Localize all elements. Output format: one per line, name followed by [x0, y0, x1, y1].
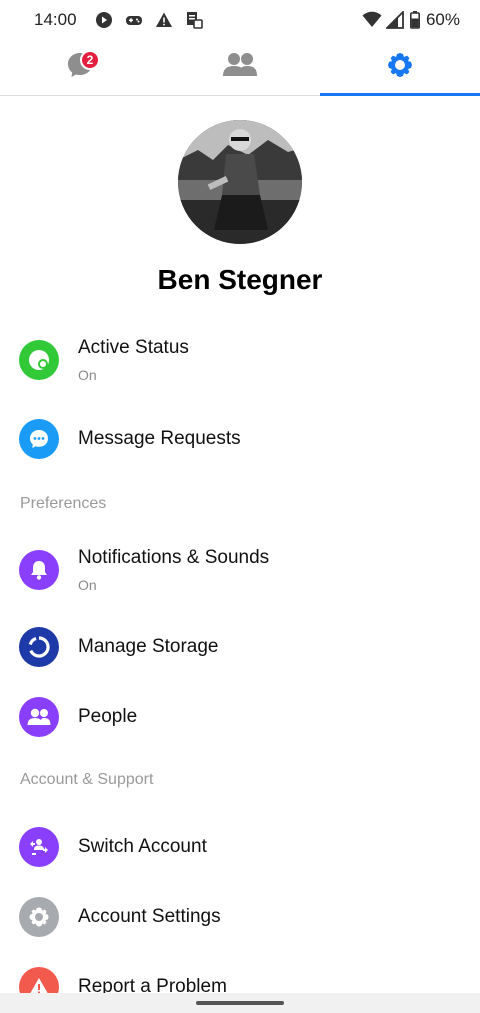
people-icon — [223, 52, 257, 83]
people-icon — [19, 697, 59, 737]
active-status-value: On — [78, 367, 97, 383]
manage-storage-item[interactable]: Manage Storage — [0, 612, 480, 682]
active-status-item[interactable]: Active Status On — [0, 322, 480, 398]
home-handle[interactable] — [196, 1001, 284, 1005]
notifications-item[interactable]: Notifications & Sounds On — [0, 532, 480, 608]
notifications-label: Notifications & Sounds — [78, 547, 270, 568]
bell-icon — [19, 550, 59, 590]
profile-section: Ben Stegner — [0, 120, 480, 296]
status-bar: 14:00 60% — [0, 0, 480, 40]
account-settings-label: Account Settings — [78, 906, 221, 927]
signal-icon — [384, 9, 404, 29]
settings-list: Active Status On Message Requests Prefer… — [0, 322, 480, 1013]
switch-account-item[interactable]: Switch Account — [0, 812, 480, 882]
active-status-label: Active Status — [78, 337, 189, 358]
tab-people[interactable] — [160, 40, 320, 95]
avatar[interactable] — [178, 120, 302, 244]
battery-icon — [409, 11, 420, 29]
gear-icon — [19, 897, 59, 937]
warning-icon — [155, 11, 173, 29]
chat-dots-icon — [19, 419, 59, 459]
unread-badge: 2 — [80, 50, 100, 70]
switch-account-label: Switch Account — [78, 836, 207, 857]
gear-icon — [385, 50, 415, 85]
message-requests-label: Message Requests — [78, 428, 241, 449]
manage-storage-label: Manage Storage — [78, 636, 219, 657]
profile-name: Ben Stegner — [157, 264, 323, 295]
play-store-icon — [95, 11, 113, 29]
section-preferences: Preferences — [20, 495, 107, 512]
tab-chats[interactable]: 2 — [0, 40, 160, 95]
tab-settings[interactable] — [320, 40, 480, 96]
account-settings-item[interactable]: Account Settings — [0, 882, 480, 952]
notifications-value: On — [78, 577, 97, 593]
people-item[interactable]: People — [0, 682, 480, 752]
battery-percent: 60% — [425, 10, 460, 29]
system-nav-bar — [0, 993, 480, 1013]
message-requests-item[interactable]: Message Requests — [0, 404, 480, 474]
active-status-icon — [19, 340, 59, 380]
game-controller-icon — [125, 11, 143, 29]
tab-bar: 2 — [0, 40, 480, 96]
storage-icon — [19, 627, 59, 667]
wifi-icon — [362, 11, 382, 29]
switch-account-icon — [19, 827, 59, 867]
sim-icon — [185, 11, 203, 29]
section-account-support: Account & Support — [20, 771, 154, 788]
status-time: 14:00 — [34, 10, 77, 29]
people-label: People — [78, 706, 138, 727]
